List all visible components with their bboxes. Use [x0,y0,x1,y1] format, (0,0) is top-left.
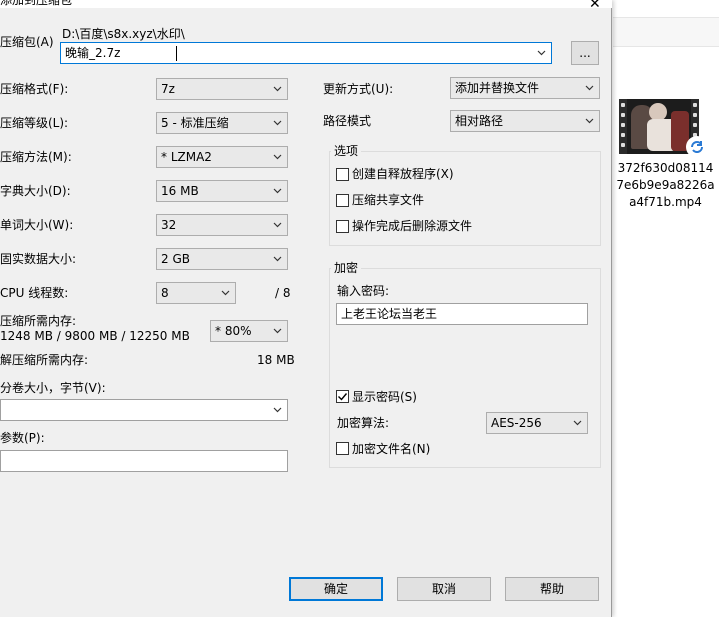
path-mode-select[interactable]: 相对路径 [450,110,600,132]
solid-block-label: 固实数据大小: [0,252,77,266]
shared-files-checkbox[interactable] [336,194,349,207]
encrypt-names-checkbox[interactable] [336,442,349,455]
sfx-checkbox[interactable] [336,168,349,181]
threads-select[interactable]: 8 [156,282,236,304]
shared-files-label[interactable]: 压缩共享文件 [352,193,424,207]
options-group-title: 选项 [331,144,362,158]
delete-after-label[interactable]: 操作完成后删除源文件 [352,219,472,233]
threads-label: CPU 线程数: [0,286,69,300]
chevron-down-icon [221,288,230,297]
archive-name-combobox[interactable]: 晚输_2.7z [60,42,552,64]
ok-button[interactable]: 确定 [289,577,383,601]
text-caret [176,46,177,61]
chevron-down-icon [273,220,282,229]
sfx-label[interactable]: 创建自释放程序(X) [352,167,454,181]
show-password-label[interactable]: 显示密码(S) [352,390,417,404]
chevron-down-icon [273,405,282,414]
dictionary-size-select[interactable]: 16 MB [156,180,288,202]
level-select[interactable]: 5 - 标准压缩 [156,112,288,134]
threads-max: / 8 [275,286,291,300]
level-label: 压缩等级(L): [0,116,69,130]
checkmark-icon [338,393,348,401]
chevron-down-icon [273,118,282,127]
compress-memory-detail: 1248 MB / 9800 MB / 12250 MB [0,329,190,343]
word-size-select[interactable]: 32 [156,214,288,236]
video-file-name[interactable]: 372f630d08114 7e6b9e9a8226a a4f71b.mp4 [612,160,719,211]
update-mode-label: 更新方式(U): [323,82,394,96]
format-select[interactable]: 7z [156,78,288,100]
title-bar: 添加到压缩包 [0,0,612,8]
archive-label: 压缩包(A) [0,35,54,49]
window-title: 添加到压缩包 [0,0,73,7]
encrypt-names-label[interactable]: 加密文件名(N) [352,442,430,456]
chevron-down-icon [585,116,594,125]
encryption-method-label: 加密算法: [337,416,390,430]
volume-size-combobox[interactable] [0,399,288,421]
method-select[interactable]: * LZMA2 [156,146,288,168]
parameters-label: 参数(P): [0,431,45,445]
password-input[interactable]: 上老王论坛当老王 [336,303,588,325]
volume-size-label: 分卷大小，字节(V): [0,381,106,395]
encryption-group [329,268,601,468]
path-mode-label: 路径模式 [323,114,372,128]
parameters-input[interactable] [0,450,288,472]
chevron-down-icon [273,84,282,93]
browse-button[interactable]: ... [571,41,599,65]
archive-path: D:\百度\s8x.xyz\水印\ [62,27,185,41]
update-mode-select[interactable]: 添加并替换文件 [450,77,600,99]
delete-after-checkbox[interactable] [336,220,349,233]
encryption-method-select[interactable]: AES-256 [486,412,588,434]
chevron-down-icon [273,186,282,195]
cancel-button[interactable]: 取消 [397,577,491,601]
explorer-row-strip [613,17,719,47]
chevron-down-icon [573,418,582,427]
sync-icon [686,136,708,158]
archive-name-value: 晚输_2.7z [65,46,121,60]
word-size-label: 单词大小(W): [0,218,74,232]
method-label: 压缩方法(M): [0,150,72,164]
dictionary-size-label: 字典大小(D): [0,184,71,198]
chevron-down-icon [273,254,282,263]
chevron-down-icon [585,83,594,92]
format-label: 压缩格式(F): [0,82,69,96]
solid-block-select[interactable]: 2 GB [156,248,288,270]
close-icon[interactable]: ✕ [589,0,601,12]
help-button[interactable]: 帮助 [505,577,599,601]
decompress-memory-label: 解压缩所需内存: [0,353,89,367]
chevron-down-icon [273,326,282,335]
chevron-down-icon [273,152,282,161]
decompress-memory-value: 18 MB [257,353,295,367]
film-strip-left [619,99,627,154]
add-to-archive-dialog: 添加到压缩包 ✕ 压缩包(A) D:\百度\s8x.xyz\水印\ 晚输_2.7… [0,0,612,617]
encryption-group-title: 加密 [331,261,362,275]
chevron-down-icon [537,48,546,57]
show-password-checkbox[interactable] [336,390,349,403]
memory-percent-select[interactable]: * 80% [210,320,288,342]
compress-memory-label: 压缩所需内存: [0,314,77,328]
password-label: 输入密码: [337,284,390,298]
